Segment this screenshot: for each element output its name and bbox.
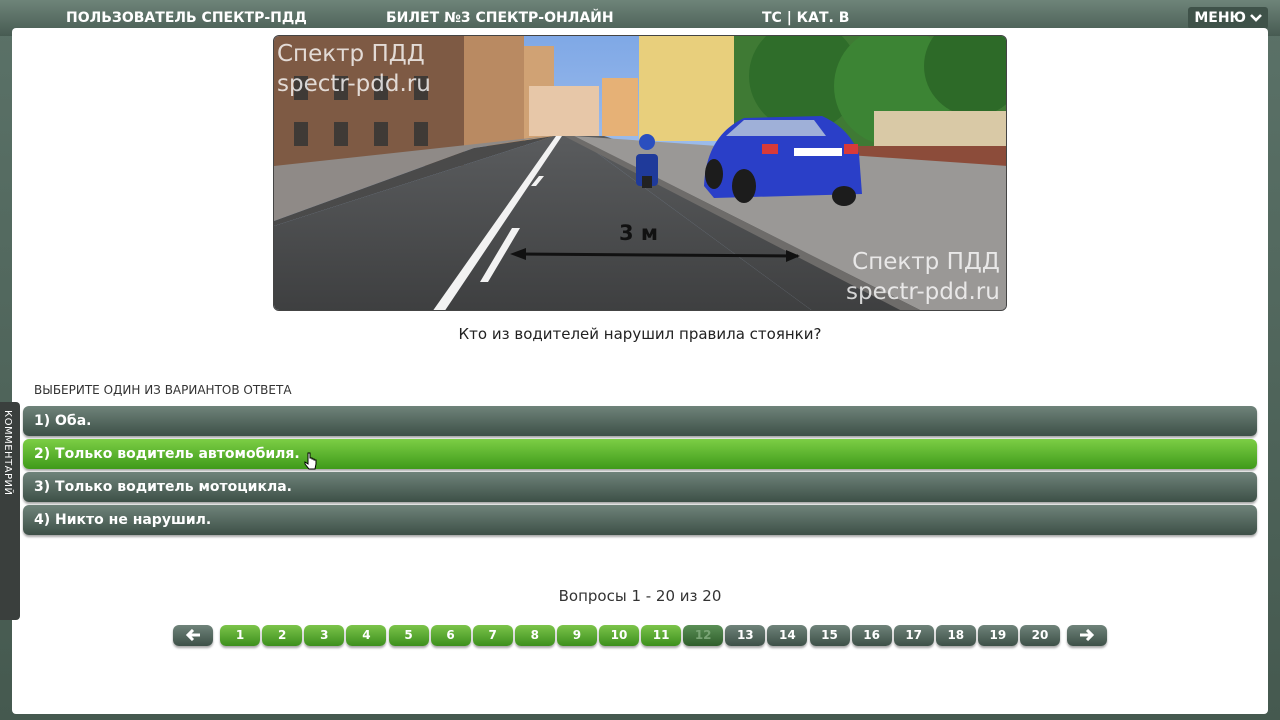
page-button-18[interactable]: 18 [935, 625, 976, 646]
arrow-left-icon [185, 628, 200, 642]
page-button-2[interactable]: 2 [262, 625, 303, 646]
answer-prompt: ВЫБЕРИТЕ ОДИН ИЗ ВАРИАНТОВ ОТВЕТА [34, 383, 292, 397]
page-button-9[interactable]: 9 [556, 625, 597, 646]
questions-counter: Вопросы 1 - 20 из 20 [558, 587, 722, 605]
answer-option-3[interactable]: 3) Только водитель мотоцикла. [23, 472, 1257, 502]
answer-option-2[interactable]: 2) Только водитель автомобиля. [23, 439, 1257, 469]
page-button-12[interactable]: 12 [683, 625, 724, 646]
page-button-4[interactable]: 4 [346, 625, 387, 646]
page-button-8[interactable]: 8 [514, 625, 555, 646]
page-button-13[interactable]: 13 [725, 625, 766, 646]
next-page-button[interactable] [1067, 625, 1108, 646]
page-button-6[interactable]: 6 [430, 625, 471, 646]
page-button-7[interactable]: 7 [472, 625, 513, 646]
answer-option-1[interactable]: 1) Оба. [23, 406, 1257, 436]
watermark-bottom: Спектр ПДД spectr-pdd.ru [846, 249, 1000, 305]
answer-option-4[interactable]: 4) Никто не нарушил. [23, 505, 1257, 535]
comments-tab-label: КОММЕНТАРИЙ [2, 410, 13, 496]
menu-label: МЕНЮ [1194, 10, 1246, 26]
page-button-11[interactable]: 11 [641, 625, 682, 646]
motorcycle [636, 134, 658, 188]
category-label: ТС | КАТ. В [762, 10, 850, 26]
page-button-10[interactable]: 10 [599, 625, 639, 646]
page-button-19[interactable]: 19 [977, 625, 1018, 646]
page-button-5[interactable]: 5 [388, 625, 429, 646]
user-name: ПОЛЬЗОВАТЕЛЬ СПЕКТР-ПДД [66, 10, 307, 26]
page-button-15[interactable]: 15 [809, 625, 850, 646]
arrow-right-icon [1080, 628, 1095, 642]
page-button-17[interactable]: 17 [893, 625, 934, 646]
question-text: Кто из водителей нарушил правила стоянки… [458, 325, 822, 343]
prev-page-button[interactable] [173, 625, 213, 646]
question-image: Спектр ПДД spectr-pdd.ru Спектр ПДД spec… [273, 35, 1007, 311]
watermark-top: Спектр ПДД spectr-pdd.ru [277, 41, 431, 97]
mouse-cursor-icon [304, 452, 317, 470]
ticket-title: БИЛЕТ №3 СПЕКТР-ОНЛАЙН [386, 10, 614, 26]
distance-label: 3 м [619, 221, 659, 245]
page-button-16[interactable]: 16 [851, 625, 892, 646]
page-button-20[interactable]: 20 [1020, 625, 1060, 646]
chevron-down-icon [1250, 14, 1262, 22]
page-button-1[interactable]: 1 [220, 625, 261, 646]
menu-button[interactable]: МЕНЮ [1188, 7, 1268, 29]
car [704, 116, 862, 206]
page-button-3[interactable]: 3 [304, 625, 345, 646]
page-button-14[interactable]: 14 [767, 625, 808, 646]
